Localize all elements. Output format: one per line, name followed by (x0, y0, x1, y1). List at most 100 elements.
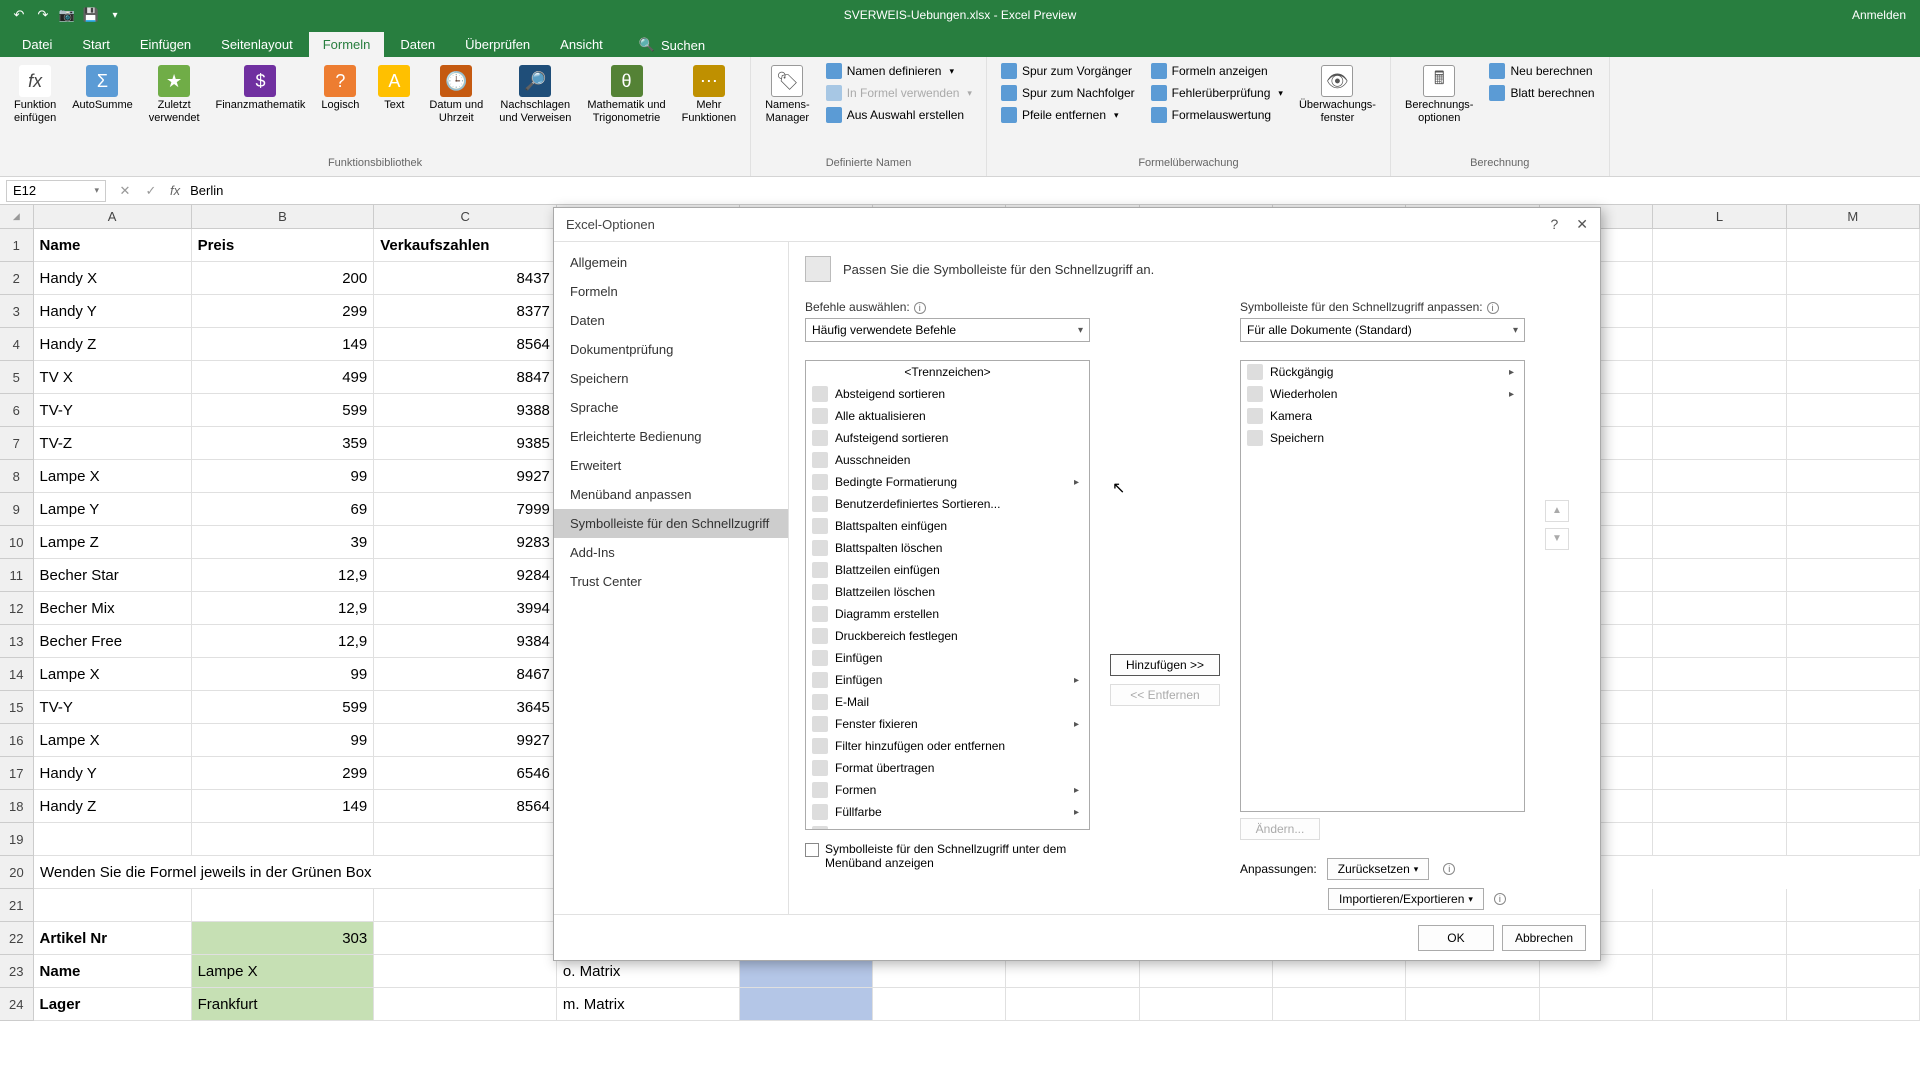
math-trig-button[interactable]: θMathematik und Trigonometrie (581, 61, 671, 129)
options-nav-item[interactable]: Formeln (554, 277, 788, 306)
row-header[interactable]: 16 (0, 724, 34, 757)
cell[interactable] (192, 823, 375, 856)
row-header[interactable]: 15 (0, 691, 34, 724)
trace-dependents-button[interactable]: Spur zum Nachfolger (995, 83, 1141, 103)
select-all-corner[interactable]: ◢ (0, 205, 34, 229)
row-header[interactable]: 1 (0, 229, 34, 262)
row-header[interactable]: 10 (0, 526, 34, 559)
cell[interactable]: Lampe X (34, 658, 192, 691)
cell[interactable] (1787, 988, 1920, 1021)
cell[interactable]: 359 (192, 427, 375, 460)
cell[interactable] (1787, 889, 1920, 922)
tab-seitenlayout[interactable]: Seitenlayout (207, 32, 307, 57)
options-nav-item[interactable]: Erleichterte Bedienung (554, 422, 788, 451)
move-up-button[interactable]: ▲ (1545, 500, 1569, 522)
cell[interactable] (1653, 955, 1786, 988)
cell[interactable]: Lampe X (192, 955, 375, 988)
create-from-selection-button[interactable]: Aus Auswahl erstellen (820, 105, 978, 125)
cell[interactable] (1787, 559, 1920, 592)
cell[interactable] (1787, 229, 1920, 262)
row-header[interactable]: 11 (0, 559, 34, 592)
cell[interactable] (1787, 724, 1920, 757)
row-header[interactable]: 23 (0, 955, 34, 988)
list-item[interactable]: Blattspalten einfügen (806, 515, 1089, 537)
cell[interactable] (374, 823, 557, 856)
cell[interactable]: 9388 (374, 394, 557, 427)
cell[interactable] (34, 889, 192, 922)
cell[interactable]: 69 (192, 493, 375, 526)
cell[interactable]: Lampe X (34, 460, 192, 493)
list-item[interactable]: Einfügen▸ (806, 669, 1089, 691)
redo-icon[interactable]: ↷ (34, 6, 52, 24)
enter-formula-icon[interactable]: ✓ (140, 183, 162, 199)
row-header[interactable]: 6 (0, 394, 34, 427)
cell[interactable] (374, 988, 557, 1021)
cell[interactable]: 9927 (374, 460, 557, 493)
calculation-options-button[interactable]: 🖩Berechnungs- optionen (1399, 61, 1480, 129)
cell[interactable] (1787, 922, 1920, 955)
options-nav-item[interactable]: Allgemein (554, 248, 788, 277)
cell[interactable]: 7999 (374, 493, 557, 526)
options-nav-item[interactable]: Trust Center (554, 567, 788, 596)
list-item[interactable]: Benutzerdefiniertes Sortieren... (806, 493, 1089, 515)
save-icon[interactable]: 💾 (82, 6, 100, 24)
cell[interactable]: 299 (192, 295, 375, 328)
cell[interactable] (1787, 427, 1920, 460)
cell[interactable]: Becher Mix (34, 592, 192, 625)
options-nav-item[interactable]: Sprache (554, 393, 788, 422)
cell[interactable] (1006, 988, 1139, 1021)
calculate-sheet-button[interactable]: Blatt berechnen (1483, 83, 1600, 103)
error-checking-button[interactable]: Fehlerüberprüfung▾ (1145, 83, 1289, 103)
tab-datei[interactable]: Datei (8, 32, 66, 57)
col-header[interactable]: A (34, 205, 192, 229)
list-item[interactable]: Alle aktualisieren (806, 405, 1089, 427)
row-header[interactable]: 4 (0, 328, 34, 361)
list-item[interactable]: Aufsteigend sortieren (806, 427, 1089, 449)
options-nav-item[interactable]: Speichern (554, 364, 788, 393)
name-box[interactable]: E12▾ (6, 180, 106, 202)
cell[interactable]: 99 (192, 460, 375, 493)
list-item[interactable]: Füllfarbe▸ (806, 801, 1089, 823)
lookup-button[interactable]: 🔎Nachschlagen und Verweisen (493, 61, 577, 129)
cell[interactable]: 9384 (374, 625, 557, 658)
cell[interactable] (1653, 988, 1786, 1021)
tab-start[interactable]: Start (68, 32, 123, 57)
options-nav-item[interactable]: Daten (554, 306, 788, 335)
options-nav-item[interactable]: Dokumentprüfung (554, 335, 788, 364)
list-item[interactable]: Absteigend sortieren (806, 383, 1089, 405)
cell[interactable] (1653, 790, 1786, 823)
cell[interactable]: Handy Y (34, 295, 192, 328)
cell[interactable] (1787, 328, 1920, 361)
cell[interactable] (1787, 955, 1920, 988)
cell[interactable]: 499 (192, 361, 375, 394)
cell[interactable]: 12,9 (192, 625, 375, 658)
cell[interactable] (1653, 493, 1786, 526)
info-icon[interactable]: i (914, 302, 926, 314)
signin-link[interactable]: Anmelden (1852, 8, 1920, 22)
cell[interactable]: 6546 (374, 757, 557, 790)
cell[interactable] (1787, 625, 1920, 658)
col-header[interactable]: M (1787, 205, 1920, 229)
current-qat-list[interactable]: Rückgängig▸Wiederholen▸KameraSpeichern (1240, 360, 1525, 812)
tab-formeln[interactable]: Formeln (309, 32, 385, 57)
cell[interactable] (1140, 988, 1273, 1021)
cell[interactable] (1653, 427, 1786, 460)
row-header[interactable]: 21 (0, 889, 34, 922)
cell[interactable] (1787, 460, 1920, 493)
datetime-button[interactable]: 🕒Datum und Uhrzeit (423, 61, 489, 129)
cell[interactable] (1273, 988, 1406, 1021)
cell[interactable]: Artikel Nr (34, 922, 192, 955)
row-header[interactable]: 19 (0, 823, 34, 856)
row-header[interactable]: 13 (0, 625, 34, 658)
cell[interactable]: TV X (34, 361, 192, 394)
cell[interactable]: 3645 (374, 691, 557, 724)
trace-precedents-button[interactable]: Spur zum Vorgänger (995, 61, 1141, 81)
col-header[interactable]: B (192, 205, 375, 229)
row-header[interactable]: 8 (0, 460, 34, 493)
cell[interactable]: Lampe X (34, 724, 192, 757)
show-formulas-button[interactable]: Formeln anzeigen (1145, 61, 1289, 81)
cell[interactable] (1406, 988, 1539, 1021)
cell[interactable]: 8564 (374, 790, 557, 823)
calculate-now-button[interactable]: Neu berechnen (1483, 61, 1600, 81)
info-icon[interactable]: i (1487, 302, 1499, 314)
